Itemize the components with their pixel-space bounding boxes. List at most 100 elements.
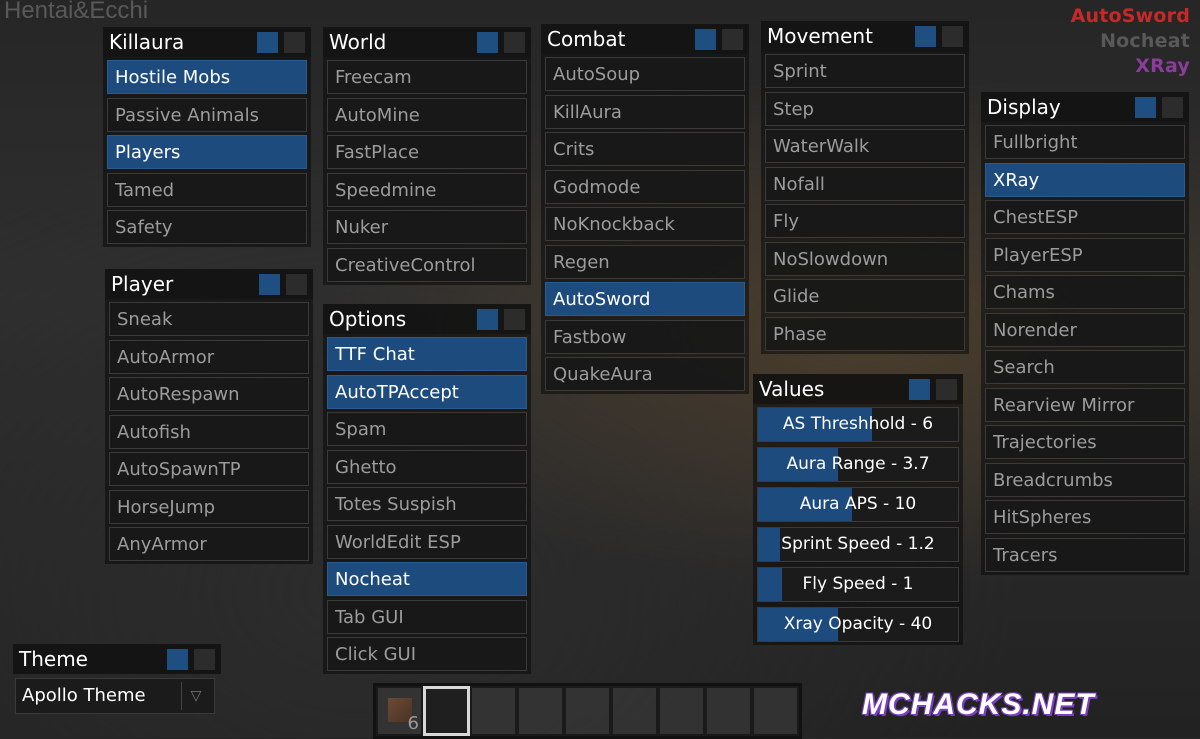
module-movement-sprint[interactable]: Sprint — [765, 54, 965, 88]
module-combat-quakeaura[interactable]: QuakeAura — [545, 357, 745, 391]
hotbar-slot[interactable] — [564, 686, 611, 736]
panel-killaura-collapse-toggle[interactable] — [284, 32, 305, 53]
module-movement-nofall[interactable]: Nofall — [765, 166, 965, 201]
panel-killaura-pin-toggle[interactable] — [257, 32, 278, 53]
module-display-chams[interactable]: Chams — [985, 275, 1185, 309]
hotbar-slot[interactable] — [470, 686, 517, 736]
panel-options-header[interactable]: Options — [323, 304, 531, 334]
panel-values-collapse-toggle[interactable] — [936, 379, 957, 400]
slider-aura-aps[interactable]: Aura APS - 10 — [757, 487, 959, 522]
module-movement-fly[interactable]: Fly — [765, 204, 965, 238]
hotbar-slot[interactable] — [658, 686, 705, 736]
module-combat-regen[interactable]: Regen — [545, 244, 745, 279]
module-combat-noknockback[interactable]: NoKnockback — [545, 207, 745, 241]
module-combat-crits[interactable]: Crits — [545, 132, 745, 166]
module-movement-glide[interactable]: Glide — [765, 279, 965, 313]
panel-world-collapse-toggle[interactable] — [504, 32, 525, 53]
module-combat-autosoup[interactable]: AutoSoup — [545, 57, 745, 91]
slider-fly-speed[interactable]: Fly Speed - 1 — [757, 567, 959, 602]
module-world-nuker[interactable]: Nuker — [327, 210, 527, 244]
module-player-anyarmor[interactable]: AnyArmor — [109, 527, 309, 561]
module-killaura-players[interactable]: Players — [107, 135, 307, 169]
panel-theme-pin-toggle[interactable] — [167, 649, 188, 670]
hotbar-slot[interactable] — [517, 686, 564, 736]
panel-display-collapse-toggle[interactable] — [1162, 97, 1183, 118]
panel-display-header[interactable]: Display — [981, 92, 1189, 122]
panel-player-collapse-toggle[interactable] — [286, 274, 307, 295]
module-display-hitspheres[interactable]: HitSpheres — [985, 500, 1185, 534]
module-combat-autosword[interactable]: AutoSword — [545, 282, 745, 316]
module-player-autorespawn[interactable]: AutoRespawn — [109, 377, 309, 411]
module-killaura-tamed[interactable]: Tamed — [107, 172, 307, 207]
module-player-autofish[interactable]: Autofish — [109, 414, 309, 449]
hotbar-slot[interactable] — [423, 686, 470, 736]
module-killaura-safety[interactable]: Safety — [107, 210, 307, 244]
module-options-spam[interactable]: Spam — [327, 412, 527, 446]
module-display-tracers[interactable]: Tracers — [985, 537, 1185, 572]
theme-dropdown[interactable]: Apollo Theme ▽ — [15, 678, 215, 714]
module-display-fullbright[interactable]: Fullbright — [985, 125, 1185, 159]
slider-sprint-speed[interactable]: Sprint Speed - 1.2 — [757, 527, 959, 562]
module-display-search[interactable]: Search — [985, 350, 1185, 384]
module-killaura-passive-animals[interactable]: Passive Animals — [107, 97, 307, 132]
hotbar-slot[interactable] — [752, 686, 799, 736]
module-display-trajectories[interactable]: Trajectories — [985, 425, 1185, 459]
module-killaura-hostile-mobs[interactable]: Hostile Mobs — [107, 60, 307, 94]
module-player-horsejump[interactable]: HorseJump — [109, 489, 309, 524]
panel-movement-header[interactable]: Movement — [761, 21, 969, 51]
slider-aura-range[interactable]: Aura Range - 3.7 — [757, 447, 959, 482]
module-world-fastplace[interactable]: FastPlace — [327, 135, 527, 169]
module-world-automine[interactable]: AutoMine — [327, 97, 527, 132]
module-display-xray[interactable]: XRay — [985, 162, 1185, 197]
panel-combat-pin-toggle[interactable] — [695, 29, 716, 50]
panel-options-collapse-toggle[interactable] — [504, 309, 525, 330]
module-options-nocheat[interactable]: Nocheat — [327, 562, 527, 596]
panel-display-pin-toggle[interactable] — [1135, 97, 1156, 118]
module-movement-waterwalk[interactable]: WaterWalk — [765, 129, 965, 163]
panel-values-header[interactable]: Values — [753, 374, 963, 404]
panel-movement-collapse-toggle[interactable] — [942, 26, 963, 47]
module-movement-phase[interactable]: Phase — [765, 316, 965, 351]
module-player-sneak[interactable]: Sneak — [109, 302, 309, 336]
module-movement-noslowdown[interactable]: NoSlowdown — [765, 241, 965, 276]
module-options-autotpaccept[interactable]: AutoTPAccept — [327, 374, 527, 409]
panel-theme-header[interactable]: Theme — [13, 644, 221, 674]
module-world-creativecontrol[interactable]: CreativeControl — [327, 247, 527, 282]
module-movement-step[interactable]: Step — [765, 91, 965, 126]
module-options-tab-gui[interactable]: Tab GUI — [327, 599, 527, 634]
module-display-norender[interactable]: Norender — [985, 312, 1185, 347]
module-combat-killaura[interactable]: KillAura — [545, 94, 745, 129]
module-display-breadcrumbs[interactable]: Breadcrumbs — [985, 462, 1185, 497]
dropdown-arrow-icon[interactable]: ▽ — [181, 682, 210, 710]
module-options-ghetto[interactable]: Ghetto — [327, 449, 527, 484]
module-world-speedmine[interactable]: Speedmine — [327, 172, 527, 207]
panel-killaura-header[interactable]: Killaura — [103, 27, 311, 57]
module-player-autospawntp[interactable]: AutoSpawnTP — [109, 452, 309, 486]
module-options-ttf-chat[interactable]: TTF Chat — [327, 337, 527, 371]
module-display-chestesp[interactable]: ChestESP — [985, 200, 1185, 234]
hotbar-slot[interactable] — [611, 686, 658, 736]
panel-movement-pin-toggle[interactable] — [915, 26, 936, 47]
module-world-freecam[interactable]: Freecam — [327, 60, 527, 94]
module-player-autoarmor[interactable]: AutoArmor — [109, 339, 309, 374]
module-display-rearview-mirror[interactable]: Rearview Mirror — [985, 387, 1185, 422]
panel-player-header[interactable]: Player — [105, 269, 313, 299]
panel-theme-collapse-toggle[interactable] — [194, 649, 215, 670]
panel-world-pin-toggle[interactable] — [477, 32, 498, 53]
module-combat-fastbow[interactable]: Fastbow — [545, 319, 745, 354]
module-options-click-gui[interactable]: Click GUI — [327, 637, 527, 671]
panel-world-header[interactable]: World — [323, 27, 531, 57]
slider-as-threshhold[interactable]: AS Threshhold - 6 — [757, 407, 959, 442]
module-options-totes-suspish[interactable]: Totes Suspish — [327, 487, 527, 521]
hotbar-slot[interactable]: 6 — [376, 686, 423, 736]
slider-xray-opacity[interactable]: Xray Opacity - 40 — [757, 607, 959, 642]
module-options-worldedit-esp[interactable]: WorldEdit ESP — [327, 524, 527, 559]
panel-options-pin-toggle[interactable] — [477, 309, 498, 330]
panel-values-pin-toggle[interactable] — [909, 379, 930, 400]
panel-combat-header[interactable]: Combat — [541, 24, 749, 54]
hotbar-slot[interactable] — [705, 686, 752, 736]
module-combat-godmode[interactable]: Godmode — [545, 169, 745, 204]
panel-combat-collapse-toggle[interactable] — [722, 29, 743, 50]
module-display-playeresp[interactable]: PlayerESP — [985, 237, 1185, 272]
panel-player-pin-toggle[interactable] — [259, 274, 280, 295]
